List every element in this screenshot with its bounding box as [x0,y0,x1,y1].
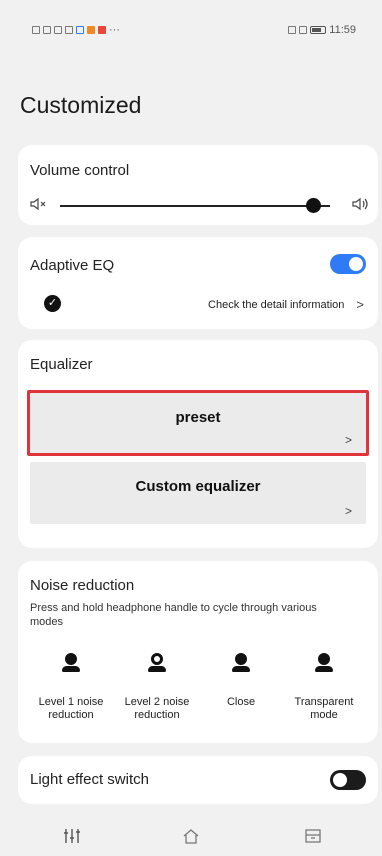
custom-equalizer-label: Custom equalizer [135,478,261,495]
adaptive-eq-label: Adaptive EQ [30,257,115,274]
noise-reduction-card: Noise reduction Press and hold headphone… [18,561,378,743]
mode-label: Close [226,696,256,708]
noise-reduction-label: Noise reduction [30,577,135,594]
preset-label: preset [175,409,221,426]
volume-label: Volume control [30,162,130,179]
chevron-right-icon: > [356,297,364,312]
mode-level-1[interactable]: Level 1 noise reduction [28,653,114,721]
chevron-right-icon: > [344,433,352,447]
custom-equalizer-option[interactable]: Custom equalizer > [30,462,366,524]
preset-option[interactable]: preset > [27,390,369,456]
equalizer-sliders-icon[interactable] [63,828,81,849]
app-notification-icon [87,26,95,34]
volume-card: Volume control [18,145,378,225]
volume-slider-handle[interactable] [306,198,322,213]
equalizer-card: Equalizer preset > Custom equalizer > [18,340,378,548]
wifi-icon [299,26,308,34]
vibrate-icon [288,26,297,34]
mode-transparent[interactable]: Transparent mode [281,653,367,721]
person-transparent-icon [314,653,334,675]
battery-icon [310,26,327,34]
mode-close[interactable]: Close [198,653,284,708]
wifi-icon [54,26,62,34]
equalizer-label: Equalizer [30,356,93,373]
mode-level-2[interactable]: Level 2 noise reduction [114,653,200,721]
person-icon [231,653,251,675]
mode-label: Transparent mode [294,696,354,721]
status-bar: ··· 11:59 [0,0,382,60]
mode-label: Level 2 noise reduction [124,696,190,721]
status-icons-left: ··· [32,24,120,36]
sim-icon [32,26,40,34]
adaptive-eq-toggle[interactable] [330,254,366,274]
bottom-nav [0,822,382,856]
page-title: Customized [20,92,142,118]
light-effect-card: Light effect switch [18,756,378,804]
volume-slider-track[interactable] [60,205,330,207]
speaker-mute-icon[interactable] [30,197,46,213]
speaker-loud-icon[interactable] [352,197,368,213]
adaptive-eq-card: Adaptive EQ ✓ Check the detail informati… [18,237,378,329]
check-circle-icon: ✓ [44,295,61,312]
status-icons-right: 11:59 [288,24,356,36]
noise-reduction-description: Press and hold headphone handle to cycle… [30,602,317,628]
toggle-knob [349,257,363,271]
person-icon [61,653,81,675]
notification-icon [65,26,73,34]
check-detail-link[interactable]: Check the detail information > [208,297,364,312]
chevron-right-icon: > [344,504,352,518]
detail-label: Check the detail information [208,298,345,311]
toggle-knob [333,773,347,787]
light-effect-label: Light effect switch [30,771,149,788]
mode-label: Level 1 noise reduction [38,696,104,721]
status-time: 11:59 [329,24,356,36]
app-notification-icon [76,26,84,34]
store-icon[interactable] [304,828,322,849]
more-notifications-icon: ··· [109,24,120,36]
signal-icon [43,26,51,34]
home-icon[interactable] [182,828,200,849]
light-effect-toggle[interactable] [330,770,366,790]
person-ring-icon [147,653,167,675]
app-notification-icon [98,26,106,34]
